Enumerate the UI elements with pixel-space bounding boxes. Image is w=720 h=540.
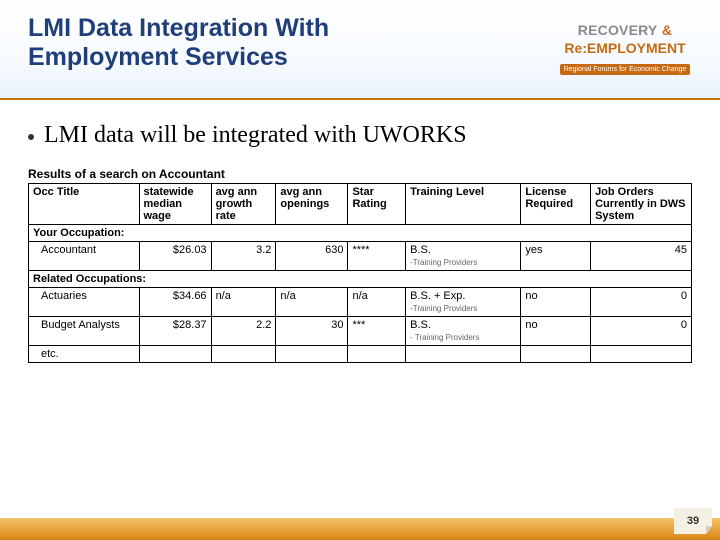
cell-growth: n/a xyxy=(211,288,276,317)
bullet-item: LMI data will be integrated with UWORKS xyxy=(28,122,692,149)
bullet-text: LMI data will be integrated with UWORKS xyxy=(44,122,467,149)
cell-license: no xyxy=(521,317,591,346)
cell-occ: Accountant xyxy=(29,242,140,271)
cell-growth: 2.2 xyxy=(211,317,276,346)
table-header-row: Occ Title statewide median wage avg ann … xyxy=(29,184,692,225)
cell-occ: Actuaries xyxy=(29,288,140,317)
slide-header: LMI Data Integration With Employment Ser… xyxy=(0,0,720,100)
table-row: Accountant $26.03 3.2 630 **** B.S. -Tra… xyxy=(29,242,692,271)
cell-openings: 630 xyxy=(276,242,348,271)
table-row-etc: etc. xyxy=(29,346,692,363)
table-row: Actuaries $34.66 n/a n/a n/a B.S. + Exp.… xyxy=(29,288,692,317)
bullet-dot-icon xyxy=(28,134,34,140)
slide-title: LMI Data Integration With Employment Ser… xyxy=(28,14,448,72)
training-providers-note: -Training Providers xyxy=(410,304,477,313)
page-number: 39 xyxy=(687,515,699,527)
logo-amp: & xyxy=(662,22,672,38)
search-results-caption: Results of a search on Accountant xyxy=(28,167,692,181)
section-related-occupations: Related Occupations: xyxy=(29,271,692,288)
cell-growth: 3.2 xyxy=(211,242,276,271)
training-degree: B.S. xyxy=(410,244,431,256)
training-degree: B.S. xyxy=(410,319,431,331)
cell-etc: etc. xyxy=(29,346,140,363)
slide-footer-bar xyxy=(0,518,720,540)
cell-openings: 30 xyxy=(276,317,348,346)
section-your-occupation-label: Your Occupation: xyxy=(29,225,692,242)
cell-job-orders: 0 xyxy=(591,317,692,346)
col-occ-title: Occ Title xyxy=(29,184,140,225)
cell-star: n/a xyxy=(348,288,406,317)
slide: LMI Data Integration With Employment Ser… xyxy=(0,0,720,540)
col-training-level: Training Level xyxy=(406,184,521,225)
recovery-logo: RECOVERY & Re:EMPLOYMENT Regional Forums… xyxy=(550,22,700,76)
logo-word-reemployment: Re:EMPLOYMENT xyxy=(564,40,685,56)
cell-star: *** xyxy=(348,317,406,346)
training-providers-note: - Training Providers xyxy=(410,333,479,342)
cell-job-orders: 0 xyxy=(591,288,692,317)
section-related-label: Related Occupations: xyxy=(29,271,692,288)
col-license: License Required xyxy=(521,184,591,225)
table-row: Budget Analysts $28.37 2.2 30 *** B.S. -… xyxy=(29,317,692,346)
col-growth-rate: avg ann growth rate xyxy=(211,184,276,225)
section-your-occupation: Your Occupation: xyxy=(29,225,692,242)
slide-body: LMI data will be integrated with UWORKS … xyxy=(0,100,720,363)
training-degree: B.S. + Exp. xyxy=(410,290,465,302)
cell-license: yes xyxy=(521,242,591,271)
cell-occ: Budget Analysts xyxy=(29,317,140,346)
cell-openings: n/a xyxy=(276,288,348,317)
col-median-wage: statewide median wage xyxy=(139,184,211,225)
cell-wage: $28.37 xyxy=(139,317,211,346)
cell-job-orders: 45 xyxy=(591,242,692,271)
col-job-orders: Job Orders Currently in DWS System xyxy=(591,184,692,225)
cell-training: B.S. + Exp. -Training Providers xyxy=(406,288,521,317)
cell-training: B.S. - Training Providers xyxy=(406,317,521,346)
cell-star: **** xyxy=(348,242,406,271)
logo-word-recovery: RECOVERY xyxy=(578,22,658,38)
logo-subtitle: Regional Forums for Economic Change xyxy=(560,64,691,75)
cell-wage: $26.03 xyxy=(139,242,211,271)
results-table: Occ Title statewide median wage avg ann … xyxy=(28,183,692,363)
page-number-sticky: 39 xyxy=(674,508,712,534)
cell-license: no xyxy=(521,288,591,317)
cell-wage: $34.66 xyxy=(139,288,211,317)
training-providers-note: -Training Providers xyxy=(410,258,477,267)
col-openings: avg ann openings xyxy=(276,184,348,225)
cell-training: B.S. -Training Providers xyxy=(406,242,521,271)
col-star-rating: Star Rating xyxy=(348,184,406,225)
